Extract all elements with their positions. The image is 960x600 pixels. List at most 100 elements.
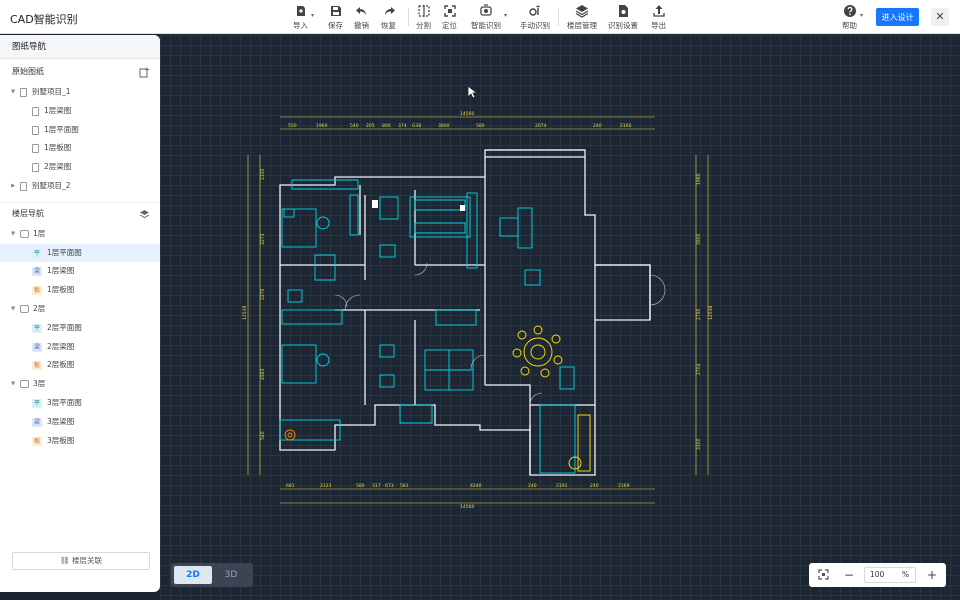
split-icon (417, 5, 430, 17)
floor-icon (20, 229, 29, 238)
floor-drawing-item[interactable]: 平 3层平面图 (0, 394, 160, 413)
svg-text:240: 240 (528, 483, 537, 489)
floor-drawing-item[interactable]: 板 1层板图 (0, 281, 160, 300)
svg-text:G38: G38 (412, 123, 421, 129)
drawing-file-item[interactable]: 1层平面图 (0, 121, 160, 140)
svg-text:2074: 2074 (535, 123, 547, 129)
view-3d-button[interactable]: 3D (212, 566, 250, 584)
slab-badge: 板 (32, 361, 42, 371)
beam-badge: 梁 (32, 417, 42, 427)
svg-text:4240: 4240 (470, 483, 482, 489)
floor-drawing-item[interactable]: 梁 3层梁图 (0, 413, 160, 432)
undo-button[interactable]: 撤销 (354, 4, 369, 32)
undo-icon (355, 7, 366, 16)
export-icon (652, 5, 665, 17)
plus-icon: + (926, 568, 938, 582)
smart-recognize-icon (480, 4, 492, 16)
floor-item[interactable]: ▼ 3层 (0, 375, 160, 394)
layers-icon[interactable] (139, 209, 150, 220)
svg-text:800: 800 (382, 123, 391, 129)
redo-button[interactable]: 恢复 (381, 4, 396, 32)
chevron-down-icon: ▾ (310, 12, 314, 19)
dim-total-left: 12538 (242, 306, 248, 320)
recognize-settings-button[interactable]: 识别设置 (608, 4, 638, 32)
import-button[interactable]: 导入 ▾ (293, 4, 314, 32)
svg-text:581: 581 (400, 483, 409, 489)
save-icon (330, 6, 341, 16)
mouse-cursor-icon (467, 85, 477, 99)
add-drawing-icon[interactable] (139, 67, 150, 78)
svg-text:3273: 3273 (260, 233, 266, 245)
svg-text:2191: 2191 (556, 483, 568, 489)
drawing-file-item[interactable]: 1层梁图 (0, 102, 160, 121)
svg-text:3800: 3800 (438, 123, 450, 129)
floor-drawing-item[interactable]: 梁 1层梁图 (0, 262, 160, 281)
svg-text:540: 540 (260, 431, 266, 440)
toolbar-divider (408, 8, 409, 26)
collapsed-arrow-icon[interactable]: ▶ (11, 177, 15, 196)
project-item[interactable]: ▼ 别墅项目_1 (0, 83, 160, 102)
locate-icon (443, 5, 456, 17)
plan-badge: 平 (32, 248, 42, 258)
beam-badge: 梁 (32, 267, 42, 277)
svg-text:2330: 2330 (260, 168, 266, 180)
floor-item[interactable]: ▼ 2层 (0, 300, 160, 319)
panel-title: 图纸导航 (0, 35, 160, 59)
drawing-file-item[interactable]: 1层板图 (0, 139, 160, 158)
zoom-in-button[interactable]: + (923, 563, 941, 587)
floor-manage-button[interactable]: 楼层管理 (567, 4, 597, 32)
expanded-arrow-icon[interactable]: ▼ (11, 225, 15, 244)
floor-drawing-item[interactable]: 平 1层平面图 (0, 243, 160, 263)
dim-total-right: 12538 (708, 306, 714, 320)
svg-text:2160: 2160 (620, 123, 632, 129)
project-item[interactable]: ▶ 别墅项目_2 (0, 177, 160, 196)
zoom-out-button[interactable]: − (840, 563, 858, 587)
svg-text:1960: 1960 (696, 173, 702, 185)
expanded-arrow-icon[interactable]: ▼ (11, 83, 15, 102)
floor-navigation-section: 楼层导航 (0, 203, 160, 225)
close-icon[interactable]: ✕ (931, 8, 949, 26)
svg-text:1960: 1960 (316, 123, 328, 129)
drawing-file-item[interactable]: 2层梁图 (0, 158, 160, 177)
manual-recognize-icon (529, 5, 540, 16)
split-button[interactable]: 分割 (416, 4, 431, 32)
drawing-canvas[interactable]: 14560 550 1960 540 205 800 374 G38 3800 … (160, 35, 960, 600)
svg-text:317: 317 (372, 483, 381, 489)
export-button[interactable]: 导出 (651, 4, 666, 32)
svg-text:3900: 3900 (696, 233, 702, 245)
slab-badge: 板 (32, 436, 42, 446)
svg-text:681: 681 (286, 483, 295, 489)
floor-link-button[interactable]: ⛓ 楼层关联 (12, 552, 150, 570)
enter-design-button[interactable]: 进入设计 (876, 8, 919, 26)
locate-button[interactable]: 定位 (442, 4, 457, 32)
floor-drawing-item[interactable]: 板 2层板图 (0, 356, 160, 375)
chevron-down-icon: ▾ (859, 12, 863, 19)
link-icon: ⛓ (60, 556, 72, 565)
save-button[interactable]: 保存 (328, 4, 343, 32)
svg-text:540: 540 (350, 123, 359, 129)
dim-total-top: 14560 (460, 111, 474, 117)
floor-drawing-item[interactable]: 板 3层板图 (0, 432, 160, 451)
folder-file-icon (20, 88, 27, 97)
import-icon (296, 6, 305, 16)
top-toolbar: CAD智能识别 导入 ▾ 保存 撤销 恢复 分割 定位 智能识别 ▾ 手动识别 … (0, 0, 960, 34)
smart-recognize-button[interactable]: 智能识别 ▾ (471, 4, 507, 32)
fit-screen-button[interactable] (813, 563, 833, 587)
drawing-navigation-panel: 图纸导航 原始图纸 ▼ 别墅项目_1 1层梁图 1层平面图 1层板图 2层梁图 … (0, 35, 160, 592)
expanded-arrow-icon[interactable]: ▼ (11, 375, 15, 394)
svg-text:673: 673 (385, 483, 394, 489)
file-icon (32, 163, 39, 173)
plan-badge: 平 (32, 323, 42, 333)
layers-icon (575, 5, 589, 18)
manual-recognize-button[interactable]: 手动识别 (520, 4, 550, 32)
zoom-input[interactable]: 100 % (864, 567, 916, 583)
view-2d-button[interactable]: 2D (174, 566, 212, 584)
help-button[interactable]: 帮助 ▾ (842, 4, 863, 32)
floor-drawing-item[interactable]: 梁 2层梁图 (0, 338, 160, 357)
expanded-arrow-icon[interactable]: ▼ (11, 300, 15, 319)
floor-item[interactable]: ▼ 1层 (0, 225, 160, 244)
view-mode-toggle: 2D 3D (171, 563, 253, 587)
floor-plan-drawing[interactable]: 14560 550 1960 540 205 800 374 G38 3800 … (240, 105, 740, 545)
floor-drawing-item[interactable]: 平 2层平面图 (0, 319, 160, 338)
plan-badge: 平 (32, 398, 42, 408)
